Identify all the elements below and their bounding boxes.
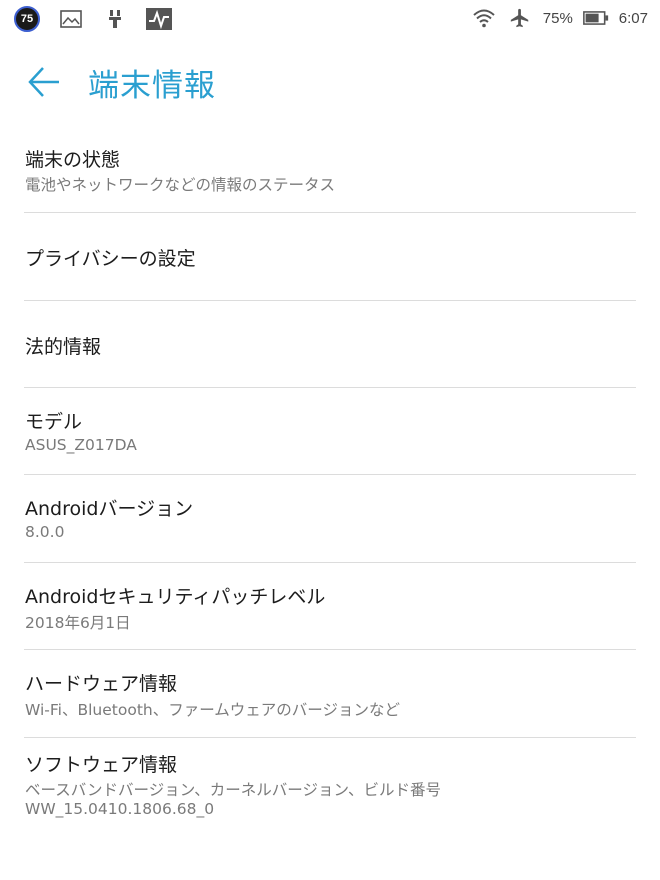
item-subtitle: ベースバンドバージョン、カーネルバージョン、ビルド番号 bbox=[25, 781, 442, 799]
notification-badge: 75 bbox=[14, 6, 40, 32]
usb-debug-icon bbox=[102, 8, 128, 30]
item-title: Androidセキュリティパッチレベル bbox=[25, 586, 326, 608]
item-subtitle: 2018年6月1日 bbox=[25, 614, 131, 632]
list-item-device-status[interactable]: 端末の状態 電池やネットワークなどの情報のステータス bbox=[24, 125, 636, 213]
airplane-icon bbox=[507, 7, 533, 29]
wifi-icon bbox=[471, 7, 497, 29]
list-item-security-patch[interactable]: Androidセキュリティパッチレベル 2018年6月1日 bbox=[24, 563, 636, 650]
page-title: 端末情報 bbox=[88, 68, 216, 104]
item-subtitle: ASUS_Z017DA bbox=[25, 436, 137, 454]
item-subtitle: 8.0.0 bbox=[25, 523, 65, 541]
item-title: プライバシーの設定 bbox=[25, 248, 196, 270]
settings-list: 端末の状態 電池やネットワークなどの情報のステータス プライバシーの設定 法的情… bbox=[0, 125, 660, 838]
item-title: 端末の状態 bbox=[25, 149, 121, 171]
status-bar-right: 75% 6:07 bbox=[471, 7, 648, 29]
app-bar: 端末情報 bbox=[0, 52, 660, 112]
item-subtitle-build: WW_15.0410.1806.68_0 bbox=[25, 800, 215, 818]
list-item-model[interactable]: モデル ASUS_Z017DA bbox=[24, 388, 636, 475]
item-title: Androidバージョン bbox=[25, 498, 194, 520]
activity-icon bbox=[146, 8, 172, 30]
item-title: モデル bbox=[25, 411, 83, 433]
battery-percent: 75% bbox=[542, 9, 573, 27]
item-subtitle: Wi-Fi、Bluetooth、ファームウェアのバージョンなど bbox=[25, 701, 400, 719]
list-item-software-info[interactable]: ソフトウェア情報 ベースバンドバージョン、カーネルバージョン、ビルド番号 WW_… bbox=[24, 738, 636, 838]
list-item-hardware-info[interactable]: ハードウェア情報 Wi-Fi、Bluetooth、ファームウェアのバージョンなど bbox=[24, 650, 636, 738]
item-title: 法的情報 bbox=[25, 336, 102, 358]
clock: 6:07 bbox=[618, 9, 648, 27]
list-item-legal-info[interactable]: 法的情報 bbox=[24, 301, 636, 388]
back-arrow-icon[interactable] bbox=[26, 64, 62, 100]
list-item-privacy-settings[interactable]: プライバシーの設定 bbox=[24, 213, 636, 301]
status-bar-left: 75 bbox=[14, 6, 172, 32]
status-bar: 75 75% 6:07 bbox=[0, 0, 660, 38]
image-icon bbox=[58, 8, 84, 30]
item-title: ソフトウェア情報 bbox=[25, 754, 178, 776]
item-title: ハードウェア情報 bbox=[25, 673, 178, 695]
item-subtitle: 電池やネットワークなどの情報のステータス bbox=[25, 176, 336, 194]
battery-icon bbox=[582, 7, 609, 29]
list-item-android-version[interactable]: Androidバージョン 8.0.0 bbox=[24, 475, 636, 563]
